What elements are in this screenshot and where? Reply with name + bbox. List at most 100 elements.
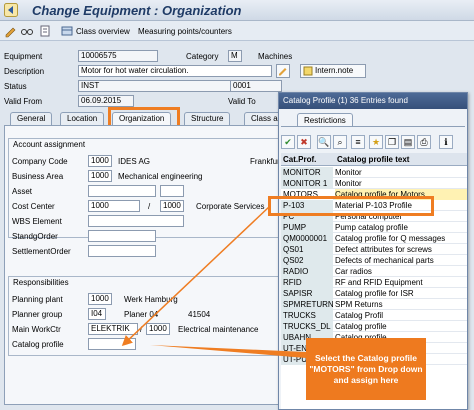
- dialog-title: Catalog Profile (1) 36 Entries found: [279, 93, 467, 109]
- company-code-field[interactable]: 1000: [88, 155, 112, 167]
- sort-icon[interactable]: ≡: [351, 135, 365, 149]
- cell-cat-prof[interactable]: MONITOR: [281, 167, 333, 178]
- table-row[interactable]: SPMRETURN SPM Returns: [281, 299, 467, 310]
- main-workctr-label: Main WorkCtr: [12, 325, 61, 334]
- catalog-profile-field[interactable]: [88, 338, 136, 350]
- cell-catalog-profile-text[interactable]: Car radios: [335, 266, 467, 277]
- settlement-order-label: SettlementOrder: [12, 247, 71, 256]
- equipment-field[interactable]: 10006575: [78, 50, 158, 62]
- favorites-icon[interactable]: ★: [369, 135, 383, 149]
- cell-catalog-profile-text[interactable]: RF and RFID Equipment: [335, 277, 467, 288]
- planning-plant-label: Planning plant: [12, 295, 63, 304]
- cell-cat-prof[interactable]: MONITOR 1: [281, 178, 333, 189]
- main-workctr-separator: /: [140, 325, 143, 334]
- back-icon[interactable]: [4, 3, 18, 17]
- measuring-points-label: Measuring points/counters: [138, 26, 232, 36]
- status-code-field[interactable]: 0001: [230, 80, 282, 92]
- tab-location[interactable]: Location: [60, 112, 105, 125]
- measuring-points-button[interactable]: Measuring points/counters: [138, 24, 232, 38]
- category-field[interactable]: M: [228, 50, 242, 62]
- description-label: Description: [4, 67, 45, 76]
- cell-catalog-profile-text[interactable]: Catalog Profil: [335, 310, 467, 321]
- cell-cat-prof[interactable]: QS02: [281, 255, 333, 266]
- cell-cat-prof[interactable]: QS01: [281, 244, 333, 255]
- table-row[interactable]: RADIO Car radios: [281, 266, 467, 277]
- cell-catalog-profile-text[interactable]: SPM Returns: [335, 299, 467, 310]
- cell-cat-prof[interactable]: PUMP: [281, 222, 333, 233]
- cell-catalog-profile-text[interactable]: Defect attributes for screws: [335, 244, 467, 255]
- cost-center-area-field[interactable]: 1000: [160, 200, 184, 212]
- other-equipment-button[interactable]: [38, 24, 52, 38]
- print-icon[interactable]: ⎙: [417, 135, 431, 149]
- cost-center-label: Cost Center: [12, 202, 55, 211]
- class-icon: [61, 26, 73, 36]
- valid-from-label: Valid From: [4, 97, 43, 106]
- table-row[interactable]: QM0000001 Catalog profile for Q messages: [281, 233, 467, 244]
- main-workctr-field[interactable]: ELEKTRIK: [88, 323, 138, 335]
- table-row[interactable]: MONITOR Monitor: [281, 167, 467, 178]
- table-row[interactable]: TRUCKS_DL Catalog profile: [281, 321, 467, 332]
- planner-group-field[interactable]: I04: [88, 308, 106, 320]
- table-row[interactable]: QS01 Defect attributes for screws: [281, 244, 467, 255]
- standing-order-field[interactable]: [88, 230, 156, 242]
- planning-plant-field[interactable]: 1000: [88, 293, 112, 305]
- standing-order-label: StandgOrder: [12, 232, 58, 241]
- main-workctr-plant-field[interactable]: 1000: [146, 323, 170, 335]
- tab-structure[interactable]: Structure: [184, 112, 231, 125]
- class-overview-button[interactable]: Class overview: [60, 24, 130, 38]
- app-toolbar: Class overview Measuring points/counters: [0, 21, 474, 41]
- description-field[interactable]: Motor for hot water circulation.: [78, 65, 272, 77]
- settlement-order-field[interactable]: [88, 245, 156, 257]
- cell-catalog-profile-text[interactable]: Monitor: [335, 178, 467, 189]
- table-row[interactable]: TRUCKS Catalog Profil: [281, 310, 467, 321]
- table-row[interactable]: QS02 Defects of mechanical parts: [281, 255, 467, 266]
- column-catalog-profile-text[interactable]: Catalog profile text: [337, 155, 409, 164]
- responsibilities-title: Responsibilities: [13, 278, 69, 287]
- find-next-icon[interactable]: ⌕: [333, 135, 347, 149]
- tab-general[interactable]: General: [10, 112, 53, 125]
- cell-catalog-profile-text[interactable]: Catalog profile for Q messages: [335, 233, 467, 244]
- export-icon[interactable]: ▤: [401, 135, 415, 149]
- cell-cat-prof[interactable]: QM0000001: [281, 233, 333, 244]
- asset-field[interactable]: [88, 185, 156, 197]
- cell-catalog-profile-text[interactable]: Catalog profile: [335, 321, 467, 332]
- cost-center-field[interactable]: 1000: [88, 200, 140, 212]
- find-icon[interactable]: 🔍: [317, 135, 331, 149]
- tab-restrictions[interactable]: Restrictions: [297, 113, 353, 127]
- business-area-field[interactable]: 1000: [88, 170, 112, 182]
- cell-catalog-profile-text[interactable]: Monitor: [335, 167, 467, 178]
- cell-cat-prof[interactable]: RADIO: [281, 266, 333, 277]
- cell-catalog-profile-text[interactable]: Defects of mechanical parts: [335, 255, 467, 266]
- info-icon[interactable]: ℹ: [439, 135, 453, 149]
- valid-from-field[interactable]: 06.09.2015: [78, 95, 134, 107]
- status-label: Status: [4, 82, 27, 91]
- copy-icon[interactable]: ❐: [385, 135, 399, 149]
- cost-center-text: Corporate Services: [196, 202, 265, 211]
- display-button[interactable]: [20, 24, 34, 38]
- cell-catalog-profile-text[interactable]: Pump catalog profile: [335, 222, 467, 233]
- company-code-label: Company Code: [12, 157, 68, 166]
- continue-icon[interactable]: ✔: [281, 135, 295, 149]
- cell-cat-prof[interactable]: TRUCKS: [281, 310, 333, 321]
- equipment-label: Equipment: [4, 52, 43, 61]
- close-icon[interactable]: ✖: [297, 135, 311, 149]
- cell-cat-prof[interactable]: SPMRETURN: [281, 299, 333, 310]
- column-cat-prof[interactable]: Cat.Prof.: [283, 155, 316, 164]
- cell-cat-prof[interactable]: RFID: [281, 277, 333, 288]
- planner-group-extra: 41504: [188, 310, 211, 319]
- cell-cat-prof[interactable]: SAPISR: [281, 288, 333, 299]
- asset-sub-field[interactable]: [160, 185, 184, 197]
- long-text-icon[interactable]: [276, 64, 290, 78]
- pencil-icon: [5, 27, 16, 38]
- edit-button[interactable]: [4, 24, 18, 38]
- wbs-element-field[interactable]: [88, 215, 184, 227]
- asset-label: Asset: [12, 187, 33, 196]
- cell-cat-prof[interactable]: TRUCKS_DL: [281, 321, 333, 332]
- wbs-element-label: WBS Element: [12, 217, 62, 226]
- table-header: Cat.Prof. Catalog profile text: [281, 153, 467, 166]
- table-row[interactable]: MONITOR 1 Monitor: [281, 178, 467, 189]
- table-row[interactable]: PUMP Pump catalog profile: [281, 222, 467, 233]
- cell-catalog-profile-text[interactable]: Catalog profile for ISR: [335, 288, 467, 299]
- table-row[interactable]: RFID RF and RFID Equipment: [281, 277, 467, 288]
- table-row[interactable]: SAPISR Catalog profile for ISR: [281, 288, 467, 299]
